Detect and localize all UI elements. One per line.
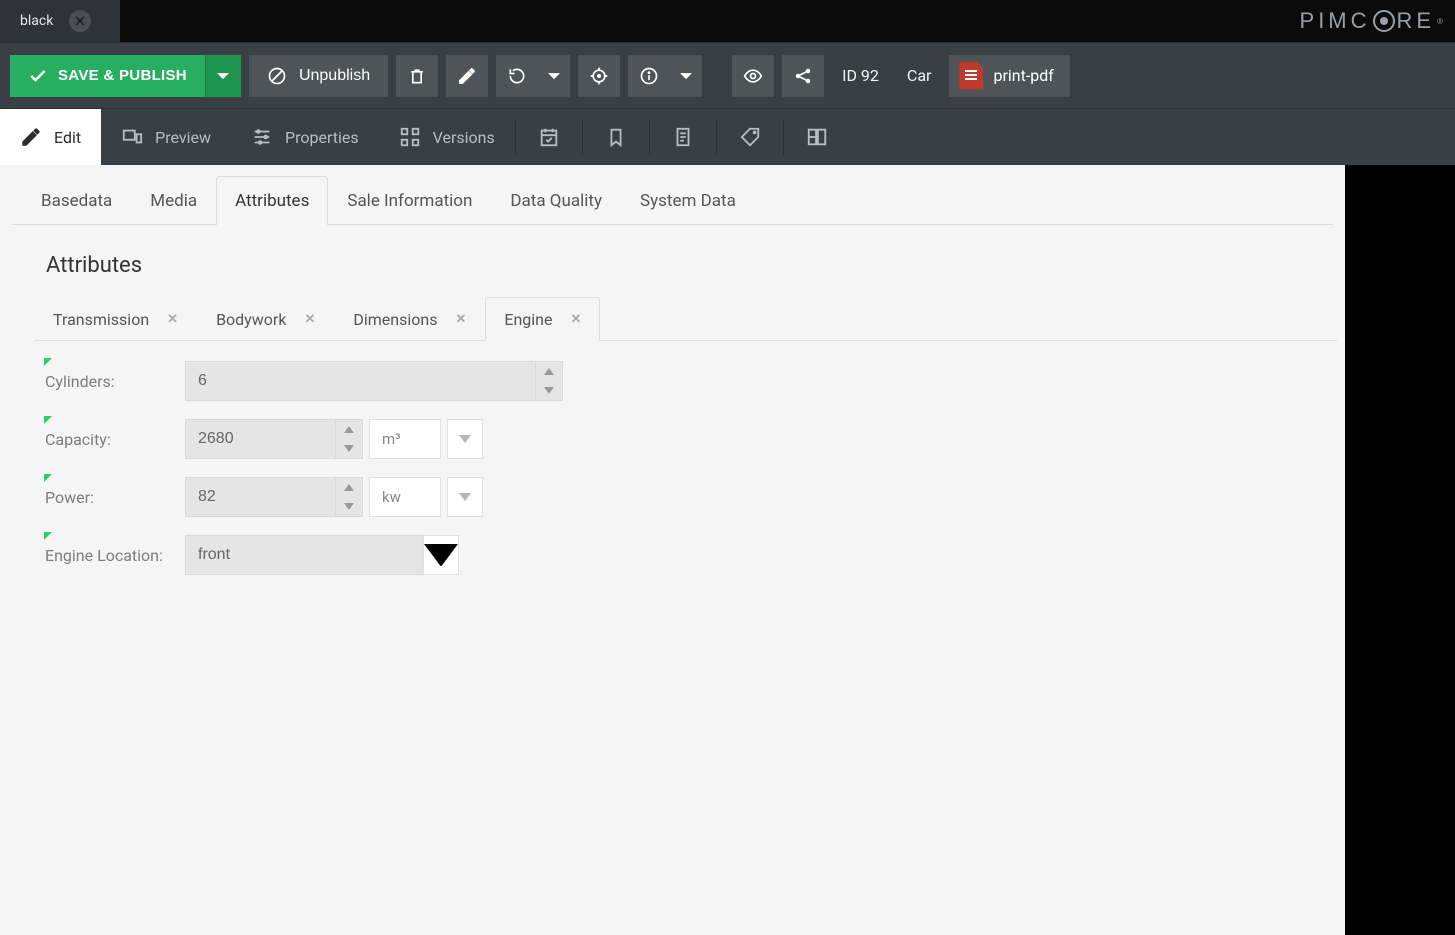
spinner-up-icon[interactable] <box>336 420 362 439</box>
tab-system-data[interactable]: System Data <box>621 176 755 225</box>
capacity-unit-dropdown[interactable] <box>447 419 483 459</box>
tab-sale-information[interactable]: Sale Information <box>328 176 491 225</box>
delete-button[interactable] <box>396 55 438 97</box>
print-pdf-button[interactable]: print-pdf <box>949 55 1069 97</box>
info-button[interactable] <box>628 55 670 97</box>
engine-location-label: Engine Location: <box>45 546 185 565</box>
close-icon[interactable]: ✕ <box>304 312 315 327</box>
tab-bookmark[interactable] <box>583 109 649 165</box>
preview-eye-button[interactable] <box>732 55 774 97</box>
capacity-input[interactable] <box>185 419 335 459</box>
object-class-label: Car <box>897 55 942 97</box>
spinner-up-icon[interactable] <box>536 362 562 381</box>
tab-edit[interactable]: Edit <box>0 109 101 165</box>
tab-basedata[interactable]: Basedata <box>22 176 131 225</box>
tab-edit-label: Edit <box>54 128 81 147</box>
document-tabstrip: black PIMCRE® <box>0 0 1455 42</box>
reload-dropdown[interactable] <box>538 55 570 97</box>
tab-data-quality[interactable]: Data Quality <box>491 176 621 225</box>
cylinders-label: Cylinders: <box>45 372 185 391</box>
tab-properties-label: Properties <box>285 128 359 147</box>
object-tabs: Basedata Media Attributes Sale Informati… <box>12 165 1333 225</box>
document-tab[interactable]: black <box>0 0 120 42</box>
power-unit-dropdown[interactable] <box>447 477 483 517</box>
cylinders-input[interactable] <box>185 361 535 401</box>
subtab-transmission-label: Transmission <box>53 310 149 329</box>
brand-logo: PIMCRE® <box>1300 0 1443 42</box>
engine-location-select[interactable] <box>185 535 423 575</box>
spinner-down-icon[interactable] <box>336 439 362 458</box>
unpublish-label: Unpublish <box>299 67 370 85</box>
tab-notes[interactable] <box>650 109 716 165</box>
section-title: Attributes <box>0 225 1345 284</box>
info-dropdown[interactable] <box>670 55 702 97</box>
attribute-subtabs: Transmission ✕ Bodywork ✕ Dimensions ✕ E… <box>34 296 1337 341</box>
capacity-label: Capacity: <box>45 430 185 449</box>
subtab-dimensions[interactable]: Dimensions ✕ <box>334 297 485 341</box>
share-button[interactable] <box>782 55 824 97</box>
rename-button[interactable] <box>446 55 488 97</box>
save-publish-dropdown[interactable] <box>205 55 241 97</box>
subtab-transmission[interactable]: Transmission ✕ <box>34 297 197 341</box>
engine-location-dropdown[interactable] <box>423 535 459 575</box>
close-icon[interactable]: ✕ <box>167 312 178 327</box>
spinner-down-icon[interactable] <box>536 381 562 400</box>
tab-preview-label: Preview <box>155 128 211 147</box>
unpublish-button[interactable]: Unpublish <box>249 55 388 97</box>
engine-form: Cylinders: Capacity: <box>0 341 700 575</box>
document-tab-title: black <box>20 13 53 29</box>
power-input[interactable] <box>185 477 335 517</box>
close-icon[interactable]: ✕ <box>570 312 581 327</box>
power-label: Power: <box>45 488 185 507</box>
pdf-icon <box>959 62 983 90</box>
subtab-bodywork[interactable]: Bodywork ✕ <box>197 297 334 341</box>
tab-tags[interactable] <box>717 109 783 165</box>
tab-attributes[interactable]: Attributes <box>216 176 328 225</box>
close-icon[interactable]: ✕ <box>455 312 466 327</box>
save-publish-label: SAVE & PUBLISH <box>58 67 187 84</box>
print-pdf-label: print-pdf <box>993 66 1053 85</box>
spinner-up-icon[interactable] <box>336 478 362 497</box>
reload-button[interactable] <box>496 55 538 97</box>
save-publish-button[interactable]: SAVE & PUBLISH <box>10 55 205 97</box>
tab-versions-label: Versions <box>433 128 495 147</box>
content-area: Basedata Media Attributes Sale Informati… <box>0 165 1455 935</box>
spinner-down-icon[interactable] <box>336 497 362 516</box>
tab-preview[interactable]: Preview <box>101 109 231 165</box>
subtab-bodywork-label: Bodywork <box>216 310 286 329</box>
power-unit: kw <box>369 477 441 517</box>
editor-tabbar: Edit Preview Properties Versions <box>0 108 1455 165</box>
tab-versions[interactable]: Versions <box>379 109 515 165</box>
tab-schedule[interactable] <box>516 109 582 165</box>
subtab-engine-label: Engine <box>504 310 552 329</box>
tab-media[interactable]: Media <box>131 176 216 225</box>
target-button[interactable] <box>578 55 620 97</box>
main-toolbar: SAVE & PUBLISH Unpublish <box>0 42 1455 108</box>
close-icon[interactable] <box>69 10 91 32</box>
subtab-dimensions-label: Dimensions <box>353 310 437 329</box>
capacity-unit: m³ <box>369 419 441 459</box>
tab-properties[interactable]: Properties <box>231 109 379 165</box>
tab-dependencies[interactable] <box>784 109 850 165</box>
object-id-label: ID 92 <box>832 55 889 97</box>
subtab-engine[interactable]: Engine ✕ <box>485 297 600 341</box>
